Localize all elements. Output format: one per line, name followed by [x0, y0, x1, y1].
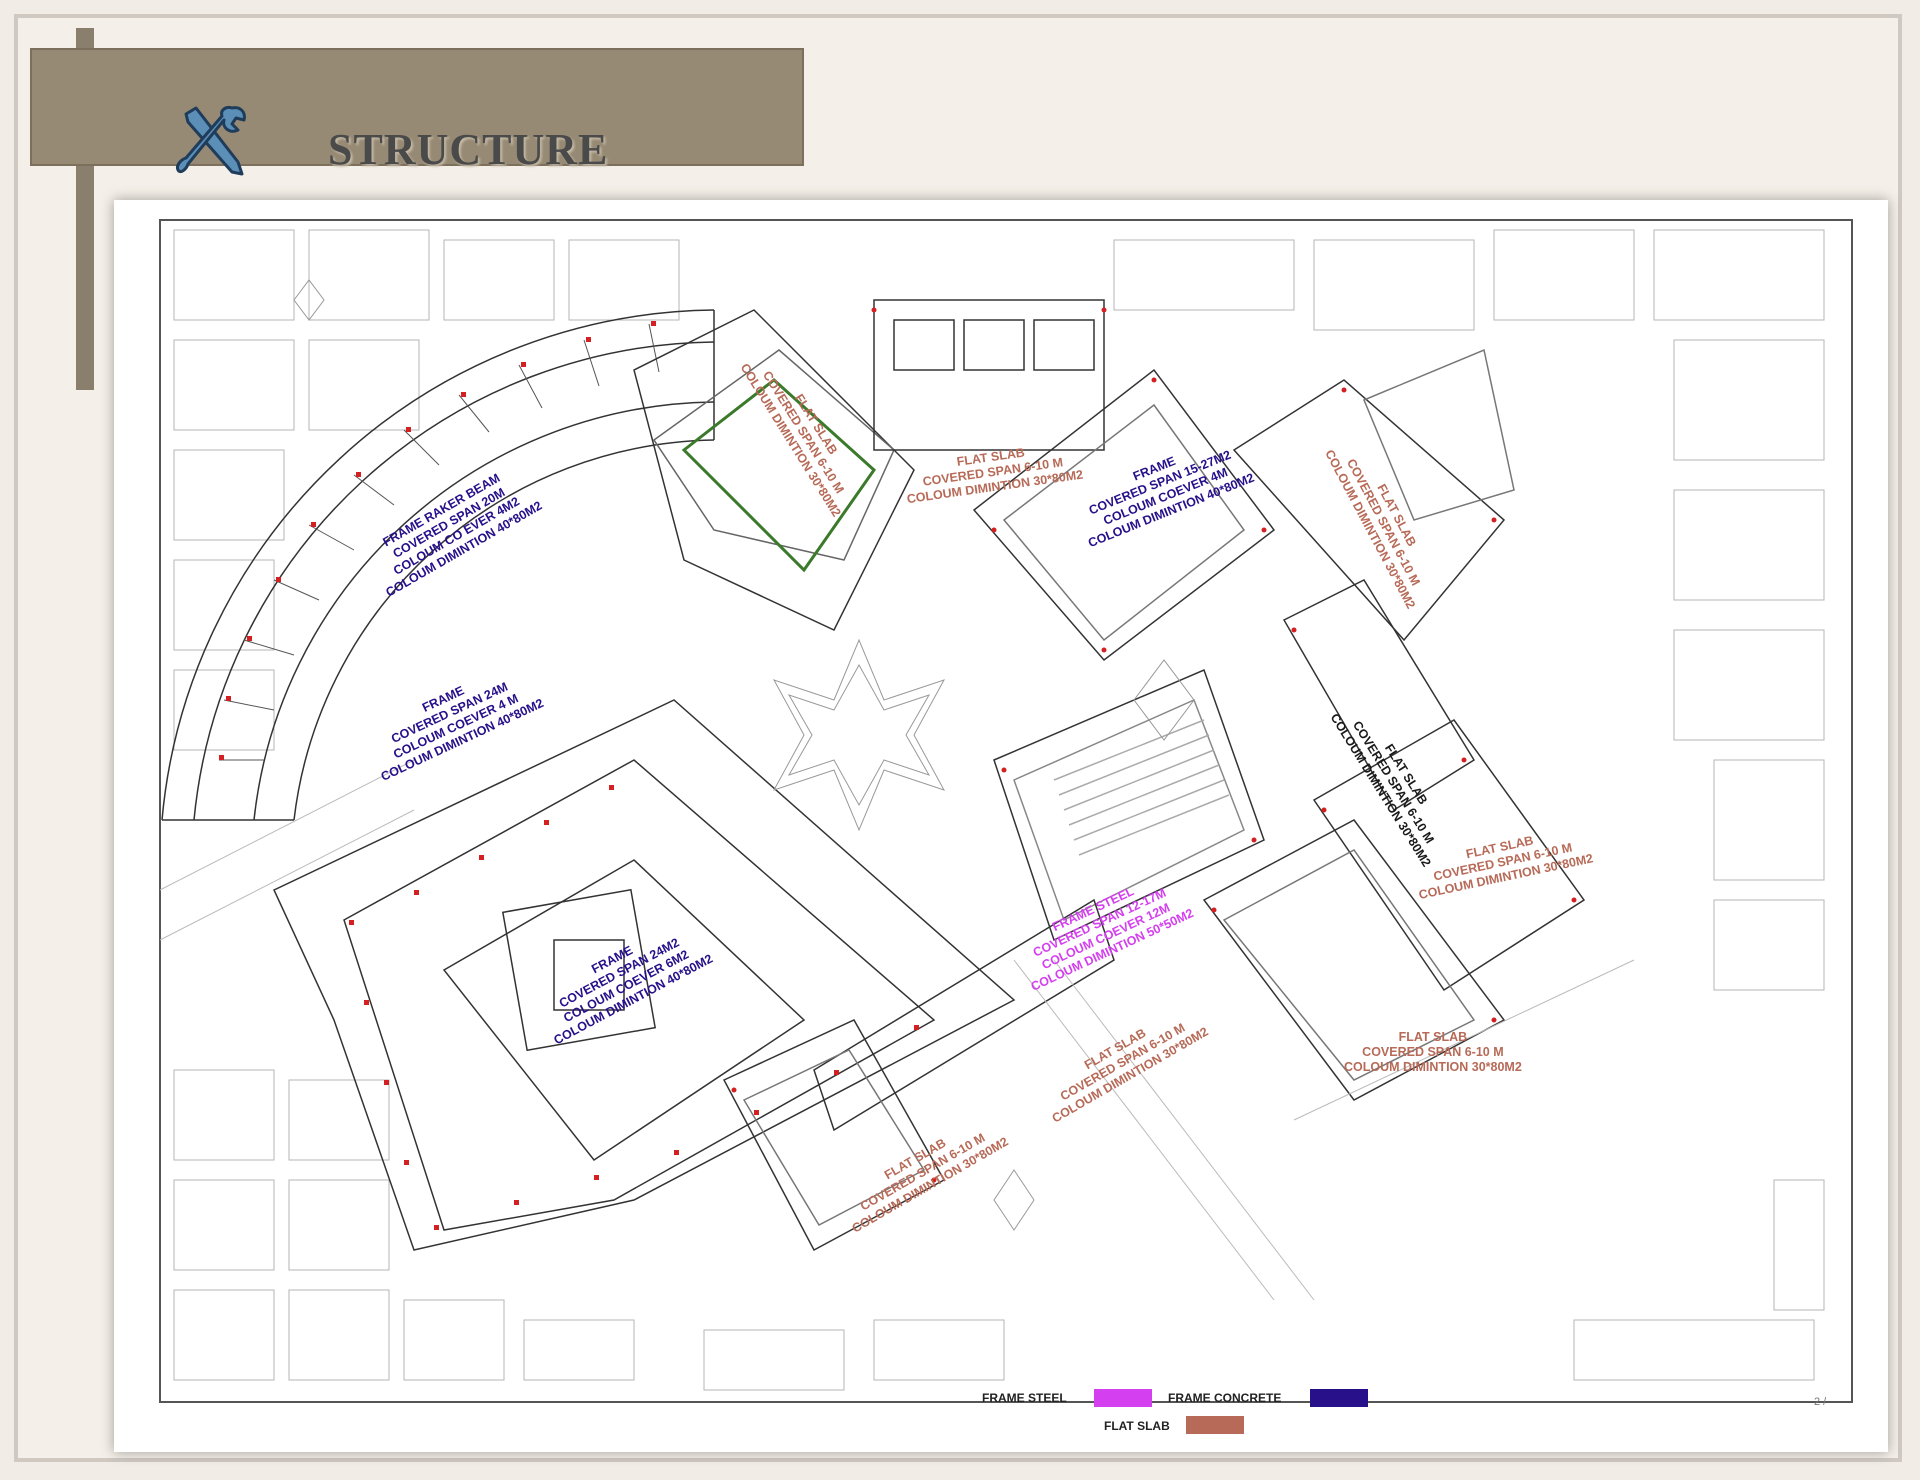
legend-swatch-frame-concrete — [1310, 1389, 1368, 1407]
drawing-sheet: FRAME RAKER BEAM COVERED SPAN 20M COLOUM … — [114, 200, 1888, 1452]
legend-label-frame-concrete: FRAME CONCRETE — [1168, 1391, 1282, 1405]
legend-swatch-flat-slab — [1186, 1416, 1244, 1434]
zone-flat-slab-lower-right: FLAT SLAB COVERED SPAN 6-10 M COLOUM DIMI… — [1344, 1030, 1522, 1074]
city-blocks — [173, 229, 1825, 1391]
tools-icon — [176, 106, 246, 176]
page-title: STRUCTURE — [328, 125, 609, 174]
legend-swatch-frame-steel — [1094, 1389, 1152, 1407]
title-band: STRUCTURE — [30, 48, 804, 176]
legend-label-flat-slab: FLAT SLAB — [1104, 1419, 1170, 1433]
page-marker: 2 / — [1814, 1396, 1827, 1408]
site-plan — [159, 219, 1853, 1403]
legend-label-frame-steel: FRAME STEEL — [982, 1391, 1067, 1405]
